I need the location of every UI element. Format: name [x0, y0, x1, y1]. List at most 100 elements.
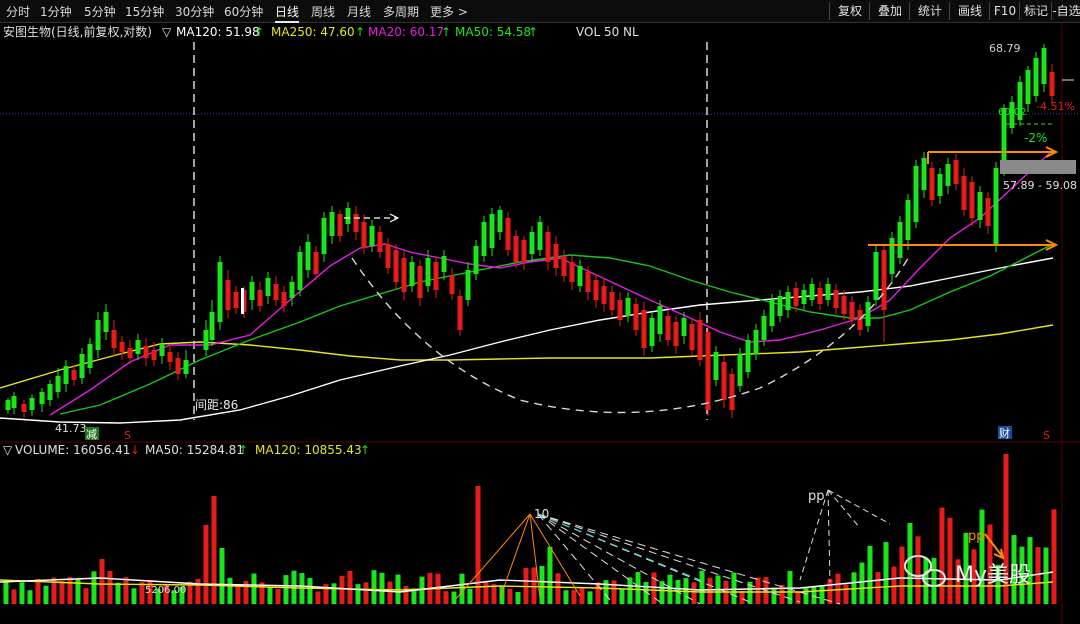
ma120-legend: MA120: 51.98: [176, 25, 260, 39]
candle-body: [945, 164, 951, 186]
volume-bar: [283, 575, 289, 604]
volume-bar: [347, 570, 353, 604]
volume-bar: [531, 567, 537, 604]
candle-body: [393, 250, 399, 282]
collapse-triangle-icon[interactable]: ▽: [162, 25, 172, 39]
candle-body: [697, 320, 703, 360]
candle-body: [135, 340, 141, 354]
volume-bar: [91, 571, 97, 604]
volume-bar: [563, 590, 569, 604]
candle-body: [569, 262, 575, 282]
candle-body: [481, 222, 487, 256]
volume-bar: [931, 557, 937, 604]
candle-body: [465, 270, 471, 300]
volume-bar: [755, 577, 761, 604]
candle-body: [95, 320, 101, 350]
price-level-label: 60.02: [998, 107, 1027, 118]
candle-body: [513, 236, 519, 262]
candle-body: [977, 192, 983, 220]
candle-body: [63, 366, 69, 384]
volume-bar: [539, 565, 545, 604]
volume-bar: [355, 584, 361, 604]
candle-body: [321, 218, 327, 254]
volume-bar: [227, 577, 233, 604]
candle-body: [289, 282, 295, 298]
volume-bar: [123, 577, 129, 604]
candle-body: [183, 360, 189, 374]
candle-body: [111, 330, 117, 348]
volume-bar: [59, 581, 65, 604]
volume-collapse-icon[interactable]: ▽: [3, 443, 13, 457]
volume-bar: [107, 570, 113, 604]
ma250-legend: MA250: 47.60: [271, 25, 355, 39]
volume-bar: [667, 574, 673, 604]
s-marker: S: [124, 429, 131, 442]
candle-body: [801, 290, 807, 304]
candle-body: [127, 348, 133, 358]
candlestick-chart[interactable]: 安图生物(日线,前复权,对数) ▽ MA120: 51.98 ↑ MA250: …: [0, 0, 1080, 624]
candle-body: [609, 292, 615, 310]
volume-bar: [867, 545, 873, 604]
candle-body: [817, 288, 823, 304]
volume-bar: [379, 572, 385, 604]
volume-bar: [1051, 509, 1057, 604]
candle-body: [457, 296, 463, 330]
candle-body: [55, 376, 61, 392]
candle-body: [87, 344, 93, 368]
candle-body: [497, 210, 503, 232]
candle-body: [665, 316, 671, 340]
volume-bar: [35, 579, 41, 604]
volume-bar: [979, 509, 985, 604]
volume-bar: [275, 589, 281, 604]
up-arrow-icon: ↑: [528, 25, 538, 39]
candle-body: [785, 292, 791, 310]
volume-bar: [619, 589, 625, 604]
candle-body: [5, 400, 11, 410]
up-arrow-icon: ↑: [254, 25, 264, 39]
candle-body: [47, 384, 53, 400]
volume-bar: [443, 591, 449, 604]
volume-bar: [579, 587, 585, 604]
volume-bar: [627, 577, 633, 604]
candle-body: [833, 290, 839, 308]
volume-bar: [11, 589, 17, 604]
volume-bar: [515, 591, 521, 604]
volume-bar: [939, 507, 945, 604]
candle-body: [203, 330, 209, 350]
volume-bar: [27, 590, 33, 604]
candle-body: [233, 292, 239, 308]
candle-body: [617, 300, 623, 320]
candle-body: [11, 396, 17, 408]
volume-bar: [131, 588, 137, 604]
candle-body: [873, 252, 879, 300]
change-percent-label: -4.51%: [1036, 100, 1075, 113]
ma20-legend: MA20: 60.17: [368, 25, 444, 39]
candle-body: [545, 232, 551, 262]
candle-body: [257, 290, 263, 306]
volume-bar: [771, 587, 777, 604]
volume-bar: [363, 582, 369, 604]
minus-2-percent-label: -2%: [1024, 131, 1047, 145]
vol-nl-label: VOL 50 NL: [576, 25, 639, 39]
candle-body: [921, 158, 927, 190]
annotation-line: [537, 513, 701, 581]
candle-body: [953, 160, 959, 184]
volume-bar: [43, 585, 49, 604]
candle-body: [71, 370, 77, 380]
candle-body: [167, 352, 173, 362]
volume-bar: [899, 546, 905, 604]
candle-body: [369, 226, 375, 246]
candle-body: [441, 256, 447, 272]
candle-body: [119, 342, 125, 352]
annotation-line: [827, 489, 861, 529]
candle-body: [281, 292, 287, 306]
candle-body: [297, 252, 303, 290]
candle-body: [625, 298, 631, 316]
range-label: 57.89 - 59.08: [1003, 179, 1077, 192]
stock-title: 安图生物(日线,前复权,对数): [3, 24, 152, 39]
candle-body: [729, 374, 735, 410]
s-marker: S: [1043, 429, 1050, 442]
volume-bar: [467, 588, 473, 604]
candle-body: [865, 302, 871, 326]
candle-body: [473, 246, 479, 274]
